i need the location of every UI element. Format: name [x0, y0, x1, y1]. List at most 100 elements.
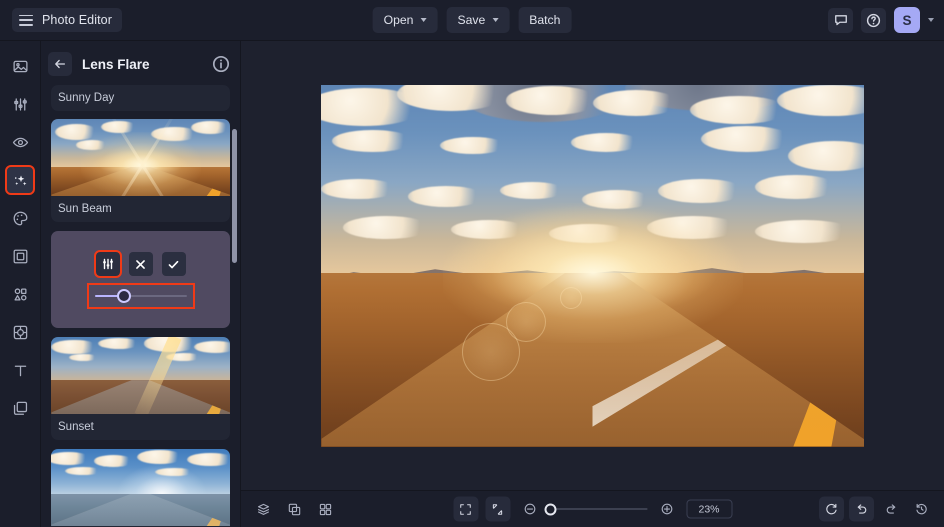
editor-body: Lens Flare Sunny Day Sun Beam Sunset 23% — [0, 41, 944, 527]
layers-stack-icon — [257, 503, 270, 515]
undo-icon — [857, 504, 867, 514]
sidebar-item-image[interactable] — [7, 53, 33, 79]
batch-button[interactable]: Batch — [518, 7, 572, 33]
redo-button[interactable] — [879, 497, 904, 522]
cancel-button[interactable] — [128, 252, 153, 276]
grid-icon — [319, 503, 332, 515]
zoom-level-value[interactable]: 23% — [686, 499, 732, 519]
sidebar-item-shapes[interactable] — [7, 281, 33, 307]
info-circle-icon[interactable] — [212, 55, 230, 73]
adjust-intensity-button[interactable] — [93, 250, 122, 278]
account-chevron-down-icon[interactable] — [928, 18, 934, 22]
eye-icon — [12, 137, 28, 147]
list-item[interactable]: Sunny Day — [51, 85, 230, 111]
compare-icon — [288, 503, 301, 515]
slider-thumb[interactable] — [116, 289, 131, 303]
adjust-icon — [13, 97, 27, 111]
shapes-icon — [14, 287, 26, 300]
sliders-icon — [102, 258, 113, 270]
save-button[interactable]: Save — [446, 7, 510, 33]
feedback-button[interactable] — [828, 7, 853, 33]
avatar[interactable]: S — [894, 7, 920, 33]
open-button[interactable]: Open — [372, 7, 438, 33]
fit-screen-icon — [460, 503, 471, 515]
text-icon — [14, 365, 26, 376]
zoom-slider[interactable] — [544, 499, 647, 519]
sidebar-item-stickers[interactable] — [7, 319, 33, 345]
frame-icon — [13, 249, 27, 263]
preset-label: Sunny Day — [58, 92, 115, 104]
comment-icon — [834, 15, 847, 26]
file-actions: Open Save Batch — [372, 7, 572, 33]
view-tools — [251, 497, 338, 522]
top-toolbar: Photo Editor Open Save Batch S — [0, 0, 944, 41]
image-preview[interactable] — [321, 84, 864, 447]
check-icon — [168, 260, 179, 268]
undo-button[interactable] — [849, 496, 874, 522]
sidebar-item-adjust[interactable] — [7, 91, 33, 117]
list-item[interactable]: Sun Beam — [51, 119, 230, 222]
hamburger-icon[interactable] — [19, 14, 33, 26]
chevron-down-icon — [492, 18, 499, 22]
preset-edit-actions — [93, 250, 186, 278]
preset-thumbnail — [51, 449, 230, 526]
confirm-button[interactable] — [161, 252, 186, 276]
back-button[interactable] — [48, 52, 72, 76]
close-icon — [136, 259, 145, 269]
sidebar-item-text[interactable] — [7, 357, 33, 383]
zoom-in-button[interactable] — [654, 497, 679, 522]
history-icon — [916, 503, 927, 515]
arrow-left-icon — [55, 59, 66, 69]
reset-icon — [826, 503, 837, 515]
sticker-icon — [13, 325, 27, 339]
history-button[interactable] — [909, 497, 934, 522]
list-item-selected[interactable] — [51, 231, 230, 328]
actual-size-button[interactable] — [485, 496, 510, 522]
sidebar-item-color[interactable] — [7, 205, 33, 231]
layers-panel-button[interactable] — [251, 497, 276, 522]
reset-button[interactable] — [819, 496, 844, 522]
open-label: Open — [383, 13, 414, 27]
help-button[interactable] — [861, 7, 886, 33]
image-icon — [12, 60, 28, 72]
sidebar-item-retouch[interactable] — [7, 129, 33, 155]
page-title: Lens Flare — [82, 56, 150, 72]
preset-thumbnail — [51, 337, 230, 414]
zoom-in-icon — [661, 503, 672, 515]
history-actions — [819, 496, 934, 522]
tool-rail — [0, 41, 41, 527]
grid-button[interactable] — [313, 497, 338, 522]
question-circle-icon — [866, 13, 881, 27]
zoom-controls: 23% — [453, 496, 732, 522]
preset-thumbnail — [51, 119, 230, 196]
bottom-toolbar: 23% — [241, 490, 944, 527]
intensity-slider[interactable] — [86, 283, 195, 309]
sidebar-item-layers[interactable] — [7, 395, 33, 421]
compare-button[interactable] — [282, 497, 307, 522]
photo-editor-app: Photo Editor Open Save Batch S Lens Flar… — [0, 0, 944, 527]
sparkle-icon — [14, 174, 26, 185]
panel-scrollbar[interactable] — [232, 129, 237, 263]
preset-list[interactable]: Sunny Day Sun Beam Sunset — [41, 81, 240, 527]
fit-screen-button[interactable] — [453, 496, 478, 522]
zoom-slider-thumb[interactable] — [544, 503, 557, 515]
list-item[interactable]: Flash — [51, 449, 230, 527]
actual-size-icon — [492, 503, 503, 515]
canvas-stage[interactable] — [241, 41, 944, 490]
sidebar-item-frame[interactable] — [7, 243, 33, 269]
zoom-out-icon — [524, 503, 535, 515]
app-menu-button[interactable]: Photo Editor — [12, 8, 122, 32]
zoom-slider-track — [553, 508, 647, 510]
layers-icon — [13, 401, 27, 415]
zoom-out-button[interactable] — [517, 497, 542, 522]
chevron-down-icon — [420, 18, 427, 22]
preset-label: Sunset — [58, 421, 94, 433]
canvas-area: 23% — [241, 41, 944, 527]
sidebar-item-effects[interactable] — [5, 165, 35, 195]
preset-label: Sun Beam — [58, 203, 112, 215]
panel-header: Lens Flare — [41, 47, 240, 81]
list-item[interactable]: Sunset — [51, 337, 230, 440]
effects-panel: Lens Flare Sunny Day Sun Beam Sunset — [41, 41, 241, 527]
redo-icon — [886, 504, 896, 514]
app-title: Photo Editor — [42, 13, 112, 27]
